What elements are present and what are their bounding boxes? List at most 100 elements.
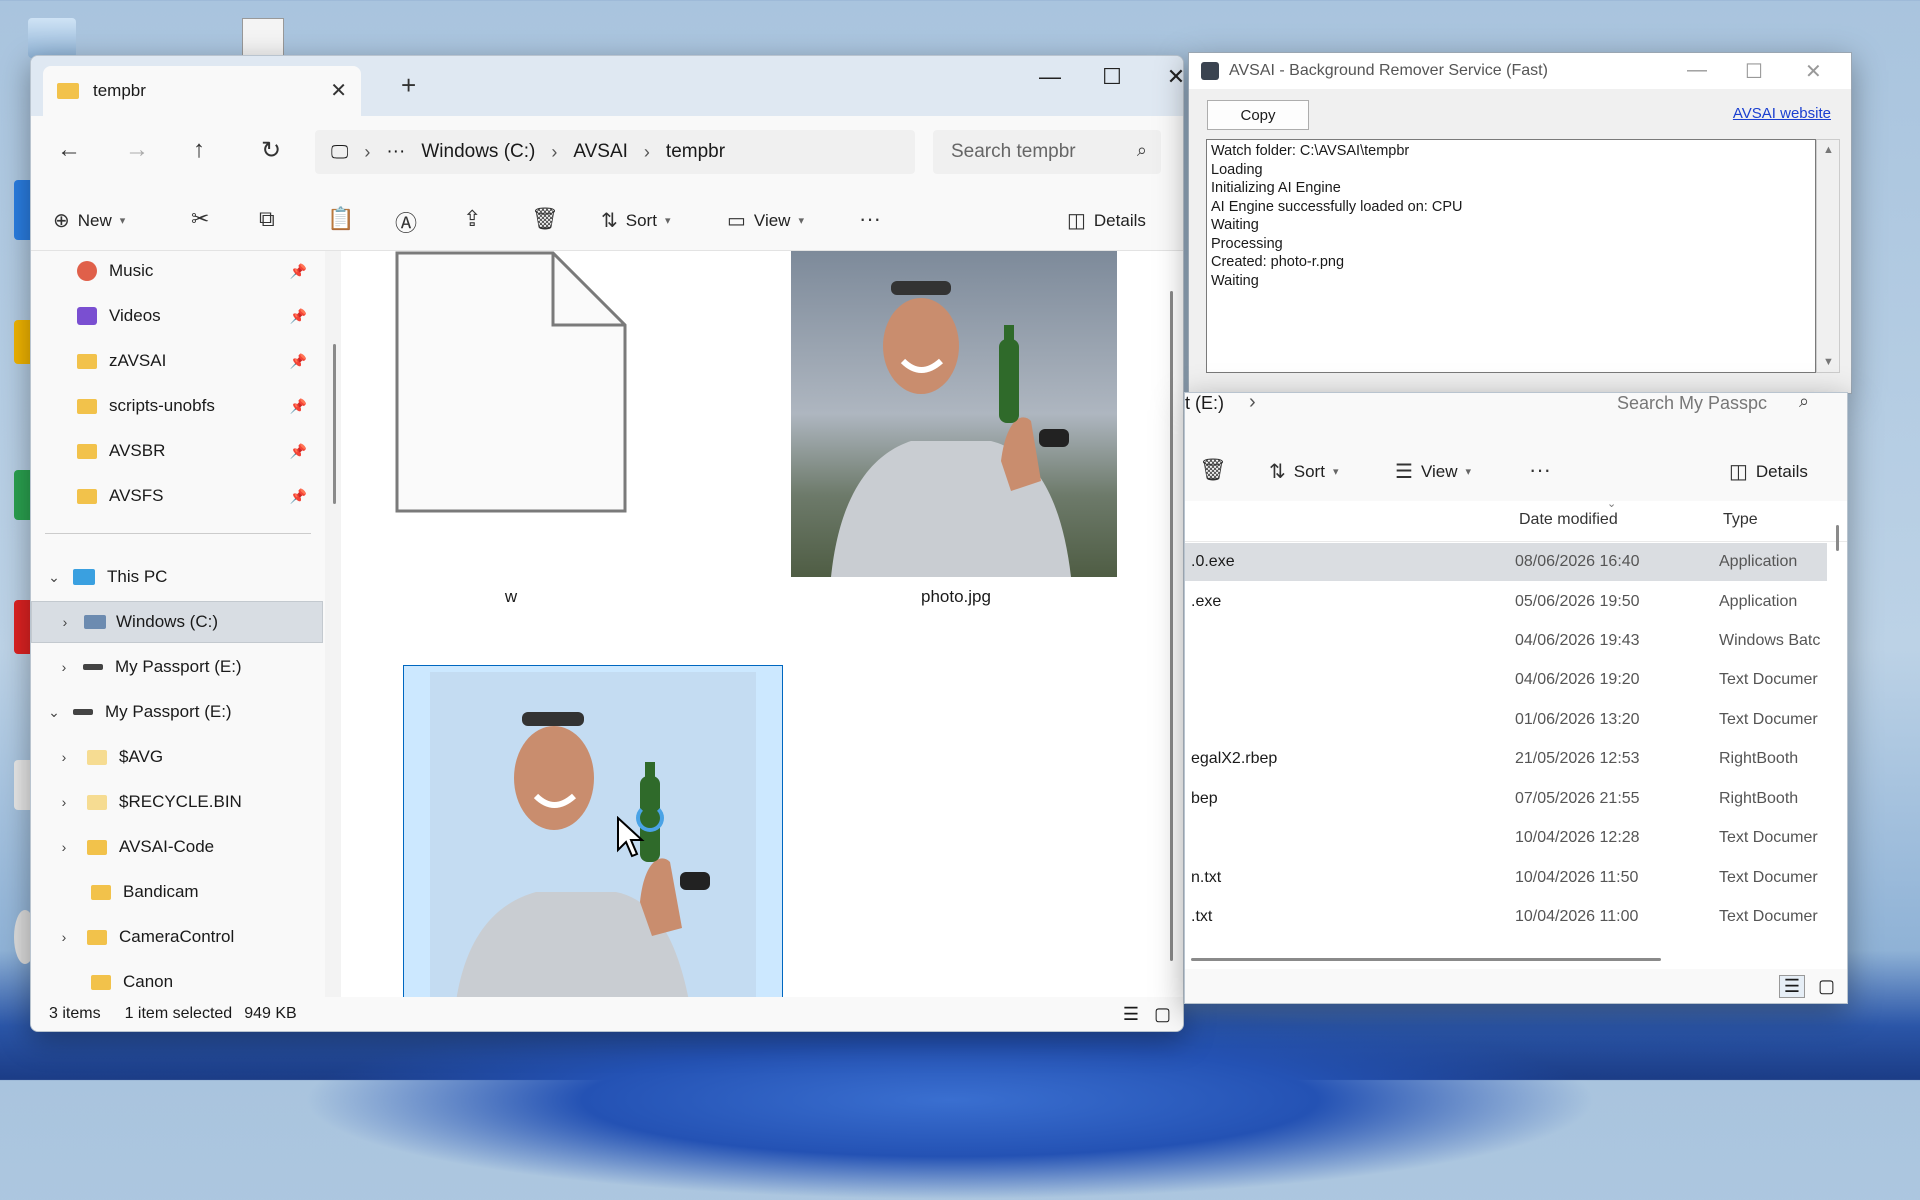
delete-icon[interactable]: 🗑 (1199, 457, 1227, 483)
sidebar-item-recycle-bin[interactable]: › $RECYCLE.BIN (31, 782, 321, 822)
details-button[interactable]: ◫ Details (1067, 208, 1146, 233)
forward-arrow-icon[interactable]: → (125, 136, 149, 164)
sidebar-item-windows-c[interactable]: › Windows (C:) (31, 601, 323, 643)
file-tile-photo-jpg[interactable]: photo.jpg (791, 251, 1121, 606)
file-tile-photo-r-png[interactable]: photo-r.png (403, 665, 783, 1031)
sort-button[interactable]: ⇅ Sort ▾ (601, 208, 670, 233)
list-horizontal-scrollbar[interactable] (1191, 958, 1661, 961)
sidebar-item-avg[interactable]: › $AVG (31, 737, 321, 777)
paste-icon[interactable]: 📋 (327, 206, 354, 232)
chevron-right-icon[interactable]: › (55, 749, 73, 765)
scroll-down-icon[interactable]: ▼ (1823, 356, 1834, 368)
more-options-icon[interactable]: ··· (1529, 457, 1551, 483)
chevron-right-icon[interactable]: › (56, 614, 74, 630)
sidebar-item-avsfs[interactable]: AVSFS 📌 (31, 476, 321, 516)
address-bar[interactable]: 🖵 › ··· Windows (C:) › AVSAI › tempbr (315, 130, 915, 174)
sidebar-item-canon[interactable]: Canon (31, 962, 321, 1002)
log-line: Waiting (1211, 272, 1259, 289)
pin-icon[interactable]: 📌 (290, 398, 307, 415)
table-row[interactable]: bep 07/05/2026 21:55 RightBooth (1185, 780, 1827, 818)
pin-icon[interactable]: 📌 (290, 263, 307, 280)
chevron-right-icon[interactable]: › (55, 659, 73, 675)
sidebar-item-avsbr[interactable]: AVSBR 📌 (31, 431, 321, 471)
column-header-date-modified[interactable]: Date modified (1519, 511, 1618, 529)
pin-icon[interactable]: 📌 (290, 353, 307, 370)
chevron-down-icon[interactable]: ⌄ (45, 569, 63, 586)
chevron-right-icon[interactable]: › (55, 839, 73, 855)
recycle-bin-icon[interactable] (28, 18, 76, 58)
cut-icon[interactable]: ✂ (191, 206, 209, 232)
sidebar-item-my-passport-e[interactable]: › My Passport (E:) (31, 647, 321, 687)
close-button[interactable]: ✕ (1805, 59, 1822, 84)
minimize-button[interactable]: — (1687, 59, 1707, 82)
scroll-up-icon[interactable]: ▲ (1823, 144, 1834, 156)
table-row[interactable]: .exe 05/06/2026 19:50 Application (1185, 583, 1827, 621)
sidebar-item-music[interactable]: Music 📌 (31, 251, 321, 291)
maximize-button[interactable]: ☐ (1087, 64, 1137, 90)
back-arrow-icon[interactable]: ← (57, 136, 81, 164)
table-row[interactable]: 04/06/2026 19:20 Text Documer (1185, 661, 1827, 699)
delete-icon[interactable]: 🗑 (531, 206, 559, 232)
sidebar-item-videos[interactable]: Videos 📌 (31, 296, 321, 336)
more-options-icon[interactable]: ··· (859, 206, 881, 232)
sidebar-item-avsai-code[interactable]: › AVSAI-Code (31, 827, 321, 867)
details-view-icon[interactable]: ☰ (1123, 1004, 1139, 1025)
view-button[interactable]: ☰ View ▾ (1395, 459, 1471, 484)
close-button[interactable]: ✕ (1151, 64, 1183, 90)
table-row[interactable]: .txt 10/04/2026 11:00 Text Documer (1185, 898, 1827, 936)
table-row[interactable]: 10/04/2026 12:28 Text Documer (1185, 819, 1827, 857)
close-tab-icon[interactable]: ✕ (330, 78, 347, 103)
avsai-website-link[interactable]: AVSAI website (1733, 105, 1831, 122)
new-tab-button[interactable]: + (401, 70, 416, 101)
table-row[interactable]: .0.exe 08/06/2026 16:40 Application (1185, 543, 1827, 581)
details-view-icon[interactable]: ☰ (1778, 974, 1805, 998)
table-row[interactable]: egalX2.rbep 21/05/2026 12:53 RightBooth (1185, 740, 1827, 778)
search-placeholder[interactable]: Search My Passpc (1617, 393, 1767, 414)
sidebar-item-cameracontrol[interactable]: › CameraControl (31, 917, 321, 957)
search-icon: ⌕ (1799, 392, 1810, 411)
copy-button[interactable]: Copy (1207, 100, 1309, 130)
minimize-button[interactable]: — (1025, 64, 1075, 90)
list-vertical-scrollbar[interactable] (1836, 525, 1839, 551)
details-button[interactable]: ◫ Details (1729, 459, 1808, 484)
content-scrollbar[interactable] (1170, 291, 1173, 961)
sidebar-scrollbar[interactable] (333, 344, 336, 504)
more-icon[interactable]: ··· (386, 141, 405, 163)
log-scrollbar[interactable]: ▲ ▼ (1816, 139, 1840, 373)
share-icon[interactable]: ⇪ (463, 206, 481, 232)
sidebar-item-scripts-unobfs[interactable]: scripts-unobfs 📌 (31, 386, 321, 426)
sidebar-item-zavsai[interactable]: zAVSAI 📌 (31, 341, 321, 381)
pin-icon[interactable]: 📌 (290, 308, 307, 325)
refresh-icon[interactable]: ↻ (261, 136, 281, 165)
search-input[interactable]: Search tempbr ⌕ (933, 130, 1161, 174)
view-button[interactable]: ▭ View ▾ (727, 208, 804, 233)
table-row[interactable]: 01/06/2026 13:20 Text Documer (1185, 701, 1827, 739)
chevron-down-icon[interactable]: ⌄ (45, 704, 63, 721)
pin-icon[interactable]: 📌 (290, 443, 307, 460)
sort-button[interactable]: ⇅ Sort ▾ (1269, 459, 1338, 484)
breadcrumb-windows-c[interactable]: Windows (C:) (421, 141, 535, 163)
log-textarea[interactable]: Watch folder: C:\AVSAI\tempbr Loading In… (1206, 139, 1816, 373)
column-header-type[interactable]: Type (1723, 511, 1758, 529)
table-row[interactable]: 04/06/2026 19:43 Windows Batc (1185, 622, 1827, 660)
pin-icon[interactable]: 📌 (290, 488, 307, 505)
rename-icon[interactable]: Ⓐ (395, 206, 417, 238)
chevron-right-icon[interactable]: › (55, 929, 73, 945)
chevron-right-icon[interactable]: › (55, 794, 73, 810)
table-row[interactable]: n.txt 10/04/2026 11:50 Text Documer (1185, 859, 1827, 897)
sidebar-item-my-passport-e-expanded[interactable]: ⌄ My Passport (E:) (31, 692, 321, 732)
document-icon[interactable] (242, 18, 284, 60)
breadcrumb-tempbr[interactable]: tempbr (666, 141, 725, 163)
sidebar-item-bandicam[interactable]: Bandicam (31, 872, 321, 912)
large-icons-view-icon[interactable]: ▢ (1818, 976, 1835, 997)
breadcrumb-avsai[interactable]: AVSAI (573, 141, 628, 163)
maximize-button[interactable]: ☐ (1745, 59, 1763, 84)
file-tile-w[interactable]: w (391, 251, 631, 606)
new-button[interactable]: ⊕ New ▾ (53, 208, 125, 233)
large-icons-view-icon[interactable]: ▢ (1154, 1004, 1171, 1025)
tab-tempbr[interactable]: tempbr ✕ (43, 66, 361, 116)
breadcrumb-fragment[interactable]: t (E:) (1185, 393, 1224, 414)
sidebar-item-this-pc[interactable]: ⌄ This PC (31, 557, 321, 597)
up-arrow-icon[interactable]: ↑ (193, 136, 205, 164)
copy-icon[interactable]: ⧉ (259, 206, 275, 232)
